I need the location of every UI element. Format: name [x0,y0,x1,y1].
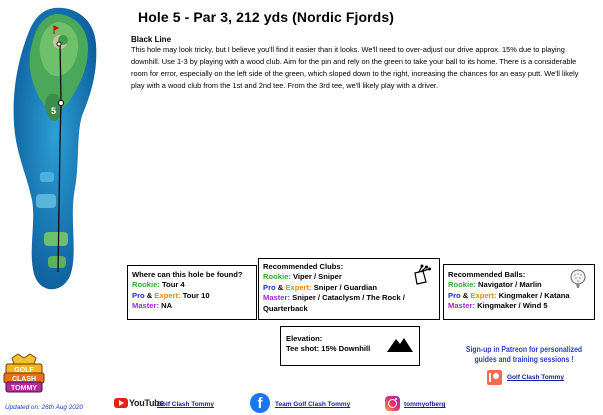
facebook-link[interactable]: Team Golf Clash Tommy [275,401,350,408]
pro-label: Pro [448,290,461,300]
pro-label: Pro [263,282,276,292]
where-master-row: Master: NA [132,301,252,311]
where-heading: Where can this hole be found? [132,270,243,279]
facebook-icon[interactable]: f [250,393,270,413]
balls-master-row: Master: Kingmaker / Wind 5 [448,301,590,311]
where-rookie-row: Rookie: Tour 4 [132,280,252,290]
expert-label: Expert: [470,290,497,300]
balls-rookie-value: Navigator / Marlin [477,280,542,290]
patreon-promo-text: Sign-up in Patreon for personalized guid… [465,345,583,364]
svg-text:CLASH: CLASH [12,376,36,383]
clubs-heading: Recommended Clubs: [263,262,344,271]
instagram-link[interactable]: tommyofberg [404,401,446,408]
expert-label: Expert: [154,290,181,300]
where-pro-row: Pro & Expert: Tour 10 [132,291,252,301]
where-pro-value: Tour 10 [182,290,210,300]
master-label: Master: [132,301,160,311]
rookie-label: Rookie: [448,280,476,290]
mountain-icon [387,338,413,352]
elevation-box: Elevation: Tee shot: 15% Downhill [280,326,420,366]
ampersand: & [462,290,469,300]
instagram-icon[interactable] [385,396,400,411]
clubs-pro-value: Sniper / Guardian [313,282,377,292]
clubs-pro-row: Pro & Expert: Sniper / Guardian [263,283,435,293]
clubs-rookie-row: Rookie: Viper / Sniper [263,272,435,282]
balls-pro-row: Pro & Expert: Kingmaker / Katana [448,291,590,301]
line-name: Black Line [131,35,172,44]
master-label: Master: [263,293,291,303]
svg-text:GOLF: GOLF [14,367,34,374]
balls-master-value: Kingmaker / Wind 5 [477,301,548,311]
youtube-icon[interactable] [114,398,128,408]
patreon-icon[interactable] [487,370,502,385]
ampersand: & [146,290,153,300]
where-rookie-value: Tour 4 [161,280,185,290]
clubs-rookie-value: Viper / Sniper [292,272,342,282]
updated-date: Updated on: 26th Aug 2020 [5,404,83,411]
master-label: Master: [448,301,476,311]
rookie-label: Rookie: [263,272,291,282]
svg-text:5: 5 [51,106,56,116]
rookie-label: Rookie: [132,280,160,290]
where-found-box: Where can this hole be found? Rookie: To… [127,265,257,320]
pro-label: Pro [132,290,145,300]
hole-map-image: 5 [13,7,97,290]
golf-clash-tommy-logo: GOLF CLASH TOMMY [3,353,45,393]
page-title: Hole 5 - Par 3, 212 yds (Nordic Fjords) [138,9,394,25]
svg-text:TOMMY: TOMMY [11,385,37,392]
recommended-balls-box: Recommended Balls: Rookie: Navigator / M… [443,264,595,320]
patreon-link[interactable]: Golf Clash Tommy [507,374,564,381]
balls-pro-value: Kingmaker / Katana [498,290,570,300]
golf-ball-icon [570,269,586,288]
recommended-clubs-box: Recommended Clubs: Rookie: Viper / Snipe… [258,258,440,320]
youtube-link[interactable]: Golf Clash Tommy [157,401,214,408]
ampersand: & [277,282,284,292]
expert-label: Expert: [285,282,312,292]
clubs-master-row: Master: Sniper / Cataclysm / The Rock / … [263,293,435,314]
where-master-value: NA [161,301,173,311]
hole-description: This hole may look tricky, but I believe… [131,45,579,90]
golf-bag-icon [414,264,431,285]
